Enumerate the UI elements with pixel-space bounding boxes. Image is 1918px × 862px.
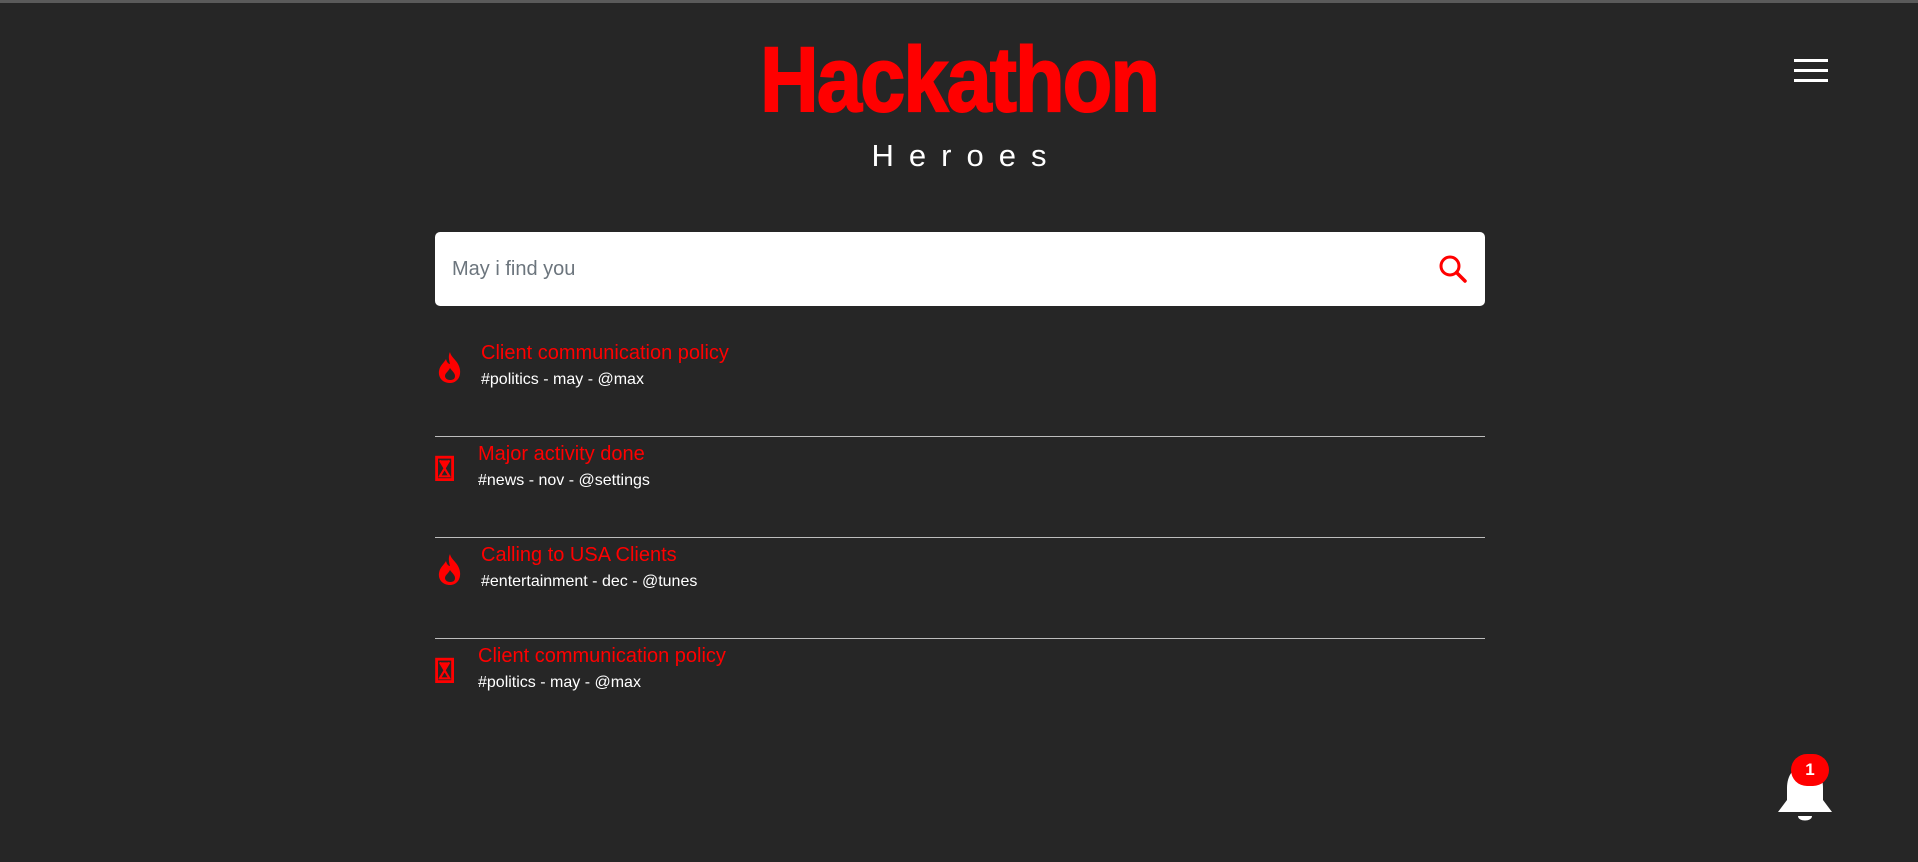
brand-subtitle: Heroes xyxy=(871,138,1062,173)
feed-item-meta: #politics - may - @max xyxy=(481,371,644,388)
fire-icon xyxy=(438,554,461,585)
feed-item-text: Major activity done #news - nov - @setti… xyxy=(478,441,650,492)
feed-item-title: Major activity done xyxy=(478,443,645,465)
feed-item-meta: #politics - may - @max xyxy=(478,674,641,691)
feed-item[interactable]: Client communication policy #politics - … xyxy=(435,336,1485,437)
feed-list: Client communication policy #politics - … xyxy=(435,336,1485,740)
hourglass-icon xyxy=(435,657,454,683)
feed-item-meta: #entertainment - dec - @tunes xyxy=(481,573,698,590)
feed-item-text: Client communication policy #politics - … xyxy=(478,643,726,694)
notification-badge: 1 xyxy=(1791,754,1829,786)
hamburger-menu-icon[interactable] xyxy=(1794,59,1830,85)
menu-line xyxy=(1794,79,1828,82)
fire-icon xyxy=(438,352,461,383)
search-box xyxy=(435,232,1485,306)
feed-item-text: Client communication policy #politics - … xyxy=(481,340,729,391)
menu-line xyxy=(1794,59,1828,62)
notification-button[interactable]: 1 xyxy=(1774,752,1836,826)
feed-item[interactable]: Client communication policy #politics - … xyxy=(435,639,1485,740)
feed-item-title: Client communication policy xyxy=(478,645,726,667)
feed-item[interactable]: Major activity done #news - nov - @setti… xyxy=(435,437,1485,538)
menu-line xyxy=(1794,69,1828,72)
window-top-border xyxy=(0,0,1918,3)
feed-item-meta: #news - nov - @settings xyxy=(478,472,650,489)
hourglass-icon xyxy=(435,455,454,482)
search-icon[interactable] xyxy=(1437,253,1469,285)
feed-item-text: Calling to USA Clients #entertainment - … xyxy=(481,542,697,593)
brand: Hackathon Heroes xyxy=(0,29,1918,174)
brand-title: Hackathon xyxy=(759,29,1161,131)
feed-item[interactable]: Calling to USA Clients #entertainment - … xyxy=(435,538,1485,639)
feed-item-title: Client communication policy xyxy=(481,342,729,364)
feed-item-title: Calling to USA Clients xyxy=(481,544,677,566)
search-input[interactable] xyxy=(435,232,1395,306)
